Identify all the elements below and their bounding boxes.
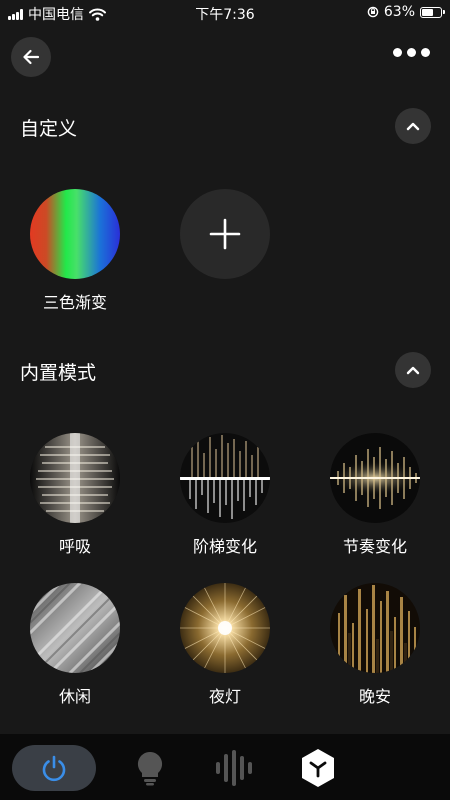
arrow-left-icon — [23, 49, 40, 65]
tab-sound[interactable] — [213, 747, 255, 789]
mode-label: 节奏变化 — [342, 537, 407, 556]
bulb-icon — [137, 751, 163, 786]
good-night-thumb — [330, 583, 420, 673]
back-button[interactable] — [11, 37, 51, 77]
mode-item-step[interactable]: 阶梯变化 — [170, 433, 280, 557]
mode-item-good-night[interactable]: 晚安 — [320, 583, 430, 707]
rhythm-change-thumb — [330, 433, 420, 523]
more-horizontal-icon — [393, 48, 402, 57]
more-dot — [407, 48, 416, 57]
battery-percent: 63% — [383, 4, 415, 20]
night-light-thumb — [180, 583, 270, 673]
custom-section-title: 自定义 — [20, 118, 78, 140]
tab-bulb[interactable] — [129, 747, 171, 789]
breathing-thumb — [30, 433, 120, 523]
custom-collapse-button[interactable] — [395, 108, 431, 144]
status-right: 63% — [367, 4, 445, 20]
mode-item-breathing[interactable]: 呼吸 — [20, 433, 130, 557]
battery-icon — [420, 6, 445, 18]
step-change-thumb — [180, 433, 270, 523]
hexagon-logo-icon — [302, 749, 334, 787]
mode-label: 晚安 — [358, 687, 391, 706]
mode-item-leisure[interactable]: 休闲 — [20, 583, 130, 707]
mode-label: 休闲 — [58, 687, 91, 706]
mode-label: 三色渐变 — [42, 293, 107, 312]
chevron-up-icon — [406, 366, 420, 375]
mode-item-night-light[interactable]: 夜灯 — [170, 583, 280, 707]
add-custom-button[interactable] — [180, 189, 270, 279]
sound-wave-icon — [216, 750, 252, 786]
more-dot — [421, 48, 430, 57]
status-bar: 中国电信 下午7:36 63% — [0, 0, 450, 24]
mode-label: 夜灯 — [208, 687, 241, 706]
builtin-collapse-button[interactable] — [395, 352, 431, 388]
tab-device[interactable] — [297, 747, 339, 789]
mode-label: 呼吸 — [58, 537, 91, 556]
add-custom-mode[interactable] — [170, 189, 280, 279]
plus-icon — [209, 218, 241, 250]
tricolor-gradient-thumb — [30, 189, 120, 279]
more-button[interactable] — [393, 48, 430, 57]
battery-fill — [422, 8, 433, 16]
leisure-thumb — [30, 583, 120, 673]
bottom-tab-bar — [0, 734, 450, 800]
orientation-lock-icon — [367, 6, 379, 18]
mode-item-tricolor[interactable]: 三色渐变 — [20, 189, 130, 313]
tab-power[interactable] — [33, 747, 75, 789]
builtin-section-title: 内置模式 — [20, 362, 97, 384]
chevron-up-icon — [406, 122, 420, 131]
power-icon — [42, 755, 66, 782]
mode-item-rhythm[interactable]: 节奏变化 — [320, 433, 430, 557]
mode-label: 阶梯变化 — [192, 537, 257, 556]
